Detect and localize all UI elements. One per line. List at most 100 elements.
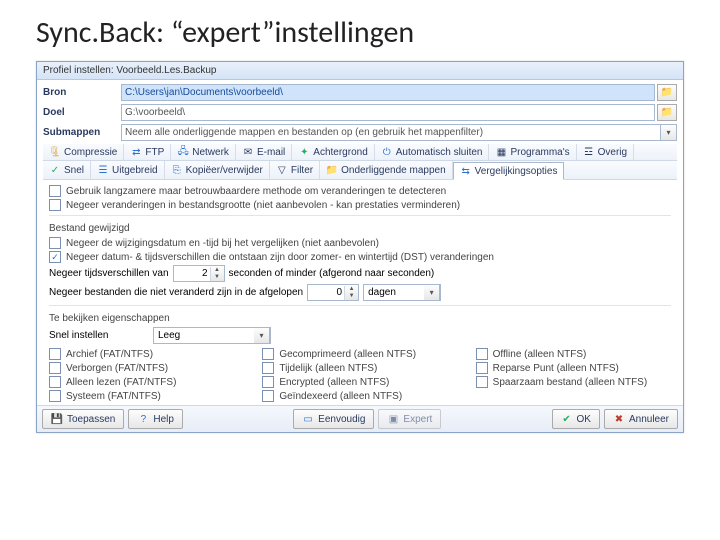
prop-reparse-checkbox[interactable] [476,362,488,374]
bron-label: Bron [43,87,121,98]
chevron-down-icon: ▾ [254,327,270,344]
spin-up-icon[interactable]: ▲ [345,286,358,293]
tab-netwerk[interactable]: 🖧Netwerk [171,144,236,160]
help-icon: ? [137,413,149,425]
tab-onderliggende[interactable]: 📁Onderliggende mappen [320,161,453,179]
tab-row-2: ✓Snel ☰Uitgebreid ⎘Kopiëer/verwijder ▽Fi… [43,161,677,180]
opt-slow-detect-label: Gebruik langzamere maar betrouwbaardere … [66,186,446,197]
tab-row-1: 🗜Compressie ⇄FTP 🖧Netwerk ✉E-mail ✦Achte… [43,144,677,161]
chevron-down-icon: ▾ [424,284,440,301]
apply-icon: 💾 [51,413,63,425]
prop-label: Verborgen (FAT/NTFS) [66,363,168,374]
misc-icon: ☲ [583,146,595,158]
section-props-title: Te bekijken eigenschappen [49,309,671,326]
tab-kopieer[interactable]: ⎘Kopiëer/verwijder [165,161,270,179]
annuleer-button[interactable]: ✖ Annuleer [604,409,678,429]
cancel-icon: ✖ [613,413,625,425]
doel-label: Doel [43,107,121,118]
filter-icon: ▽ [276,164,288,176]
opt-ignore-size-checkbox[interactable] [49,199,61,211]
prop-archief-checkbox[interactable] [49,348,61,360]
button-label: Help [153,414,174,425]
slide-title: Sync.Back: “expert”instellingen [0,0,720,57]
tab-compressie[interactable]: 🗜Compressie [43,144,124,160]
spin-down-icon[interactable]: ▼ [345,293,358,300]
prop-offline-checkbox[interactable] [476,348,488,360]
extended-icon: ☰ [97,164,109,176]
doel-browse-button[interactable]: 📁 [657,104,677,121]
snel-instellen-select[interactable]: Leeg▾ [153,327,271,344]
prop-label: Encrypted (alleen NTFS) [279,377,389,388]
snel-instellen-label: Snel instellen [49,330,149,341]
prop-encrypted-checkbox[interactable] [262,376,274,388]
tab-vergelijkingsopties[interactable]: ⇆Vergelijkingsopties [453,162,565,180]
eenvoudig-button[interactable]: ▭Eenvoudig [293,409,374,429]
bron-browse-button[interactable]: 📁 [657,84,677,101]
check-icon: ✔ [561,413,573,425]
subfolders-icon: 📁 [326,164,338,176]
opt-ignore-date-label: Negeer de wijzigingsdatum en -tijd bij h… [66,238,379,249]
opt-slow-detect-checkbox[interactable] [49,185,61,197]
submappen-label: Submappen [43,127,121,138]
doel-input[interactable] [121,104,655,121]
prop-spaarzaam-checkbox[interactable] [476,376,488,388]
prop-label: Gecomprimeerd (alleen NTFS) [279,349,416,360]
opt-ignore-dst-checkbox[interactable] [49,251,61,263]
programs-icon: ▦ [495,146,507,158]
prop-label: Geïndexeerd (alleen NTFS) [279,391,402,402]
tab-filter[interactable]: ▽Filter [270,161,320,179]
tab-label: Programma's [510,147,569,158]
tab-email[interactable]: ✉E-mail [236,144,292,160]
bron-input[interactable] [121,84,655,101]
tab-autosluiten[interactable]: ⏻Automatisch sluiten [375,144,490,160]
ignore-seconds-input[interactable] [174,266,210,281]
prop-label: Offline (alleen NTFS) [493,349,587,360]
prop-label: Systeem (FAT/NTFS) [66,391,161,402]
ignore-seconds-spinner[interactable]: ▲▼ [173,265,225,282]
ok-button[interactable]: ✔OK [552,409,600,429]
expert-button[interactable]: ▣Expert [378,409,441,429]
ignore-days-spinner[interactable]: ▲▼ [307,284,359,301]
tab-label: Overig [598,147,627,158]
tab-label: Compressie [64,147,117,158]
button-label: Toepassen [67,414,115,425]
spin-up-icon[interactable]: ▲ [211,267,224,274]
tab-rows: 🗜Compressie ⇄FTP 🖧Netwerk ✉E-mail ✦Achte… [43,144,677,180]
window-titlebar: Profiel instellen: Voorbeeld.Les.Backup [37,62,683,80]
tab-achtergrond[interactable]: ✦Achtergrond [292,144,374,160]
toepassen-button[interactable]: 💾 Toepassen [42,409,124,429]
copy-icon: ⎘ [171,164,183,176]
spin-down-icon[interactable]: ▼ [211,274,224,281]
folder-icon: 📁 [661,87,673,98]
tab-uitgebreid[interactable]: ☰Uitgebreid [91,161,165,179]
snel-instellen-value: Leeg [154,330,254,341]
tab-label: Onderliggende mappen [341,165,446,176]
submappen-dropdown-arrow[interactable]: ▾ [661,124,677,141]
help-button[interactable]: ? Help [128,409,183,429]
submappen-select[interactable] [121,124,661,141]
prop-tijdelijk-checkbox[interactable] [262,362,274,374]
prop-alleenlezen-checkbox[interactable] [49,376,61,388]
tab-ftp[interactable]: ⇄FTP [124,144,171,160]
ignore-seconds-label-a: Negeer tijdsverschillen van [49,268,169,279]
bottom-button-bar: 💾Toepassen ?Help ▭Eenvoudig ▣Expert ✔OK … [37,405,683,432]
tab-overig[interactable]: ☲Overig [577,144,634,160]
tab-snel[interactable]: ✓Snel [43,161,91,179]
compare-options-panel: Gebruik langzamere maar betrouwbaardere … [43,180,677,405]
prop-geindexeerd-checkbox[interactable] [262,390,274,402]
ignore-days-label: Negeer bestanden die niet veranderd zijn… [49,287,303,298]
prop-label: Archief (FAT/NTFS) [66,349,153,360]
compare-icon: ⇆ [460,165,472,177]
tab-programmas[interactable]: ▦Programma's [489,144,576,160]
opt-ignore-date-checkbox[interactable] [49,237,61,249]
button-label: Annuleer [629,414,669,425]
tab-label: Achtergrond [313,147,367,158]
prop-systeem-checkbox[interactable] [49,390,61,402]
button-label: Eenvoudig [318,414,365,425]
compress-icon: 🗜 [49,146,61,158]
ignore-days-input[interactable] [308,285,344,300]
divider [49,215,671,216]
ignore-days-unit-select[interactable]: dagen▾ [363,284,441,301]
prop-gecomprimeerd-checkbox[interactable] [262,348,274,360]
prop-verborgen-checkbox[interactable] [49,362,61,374]
